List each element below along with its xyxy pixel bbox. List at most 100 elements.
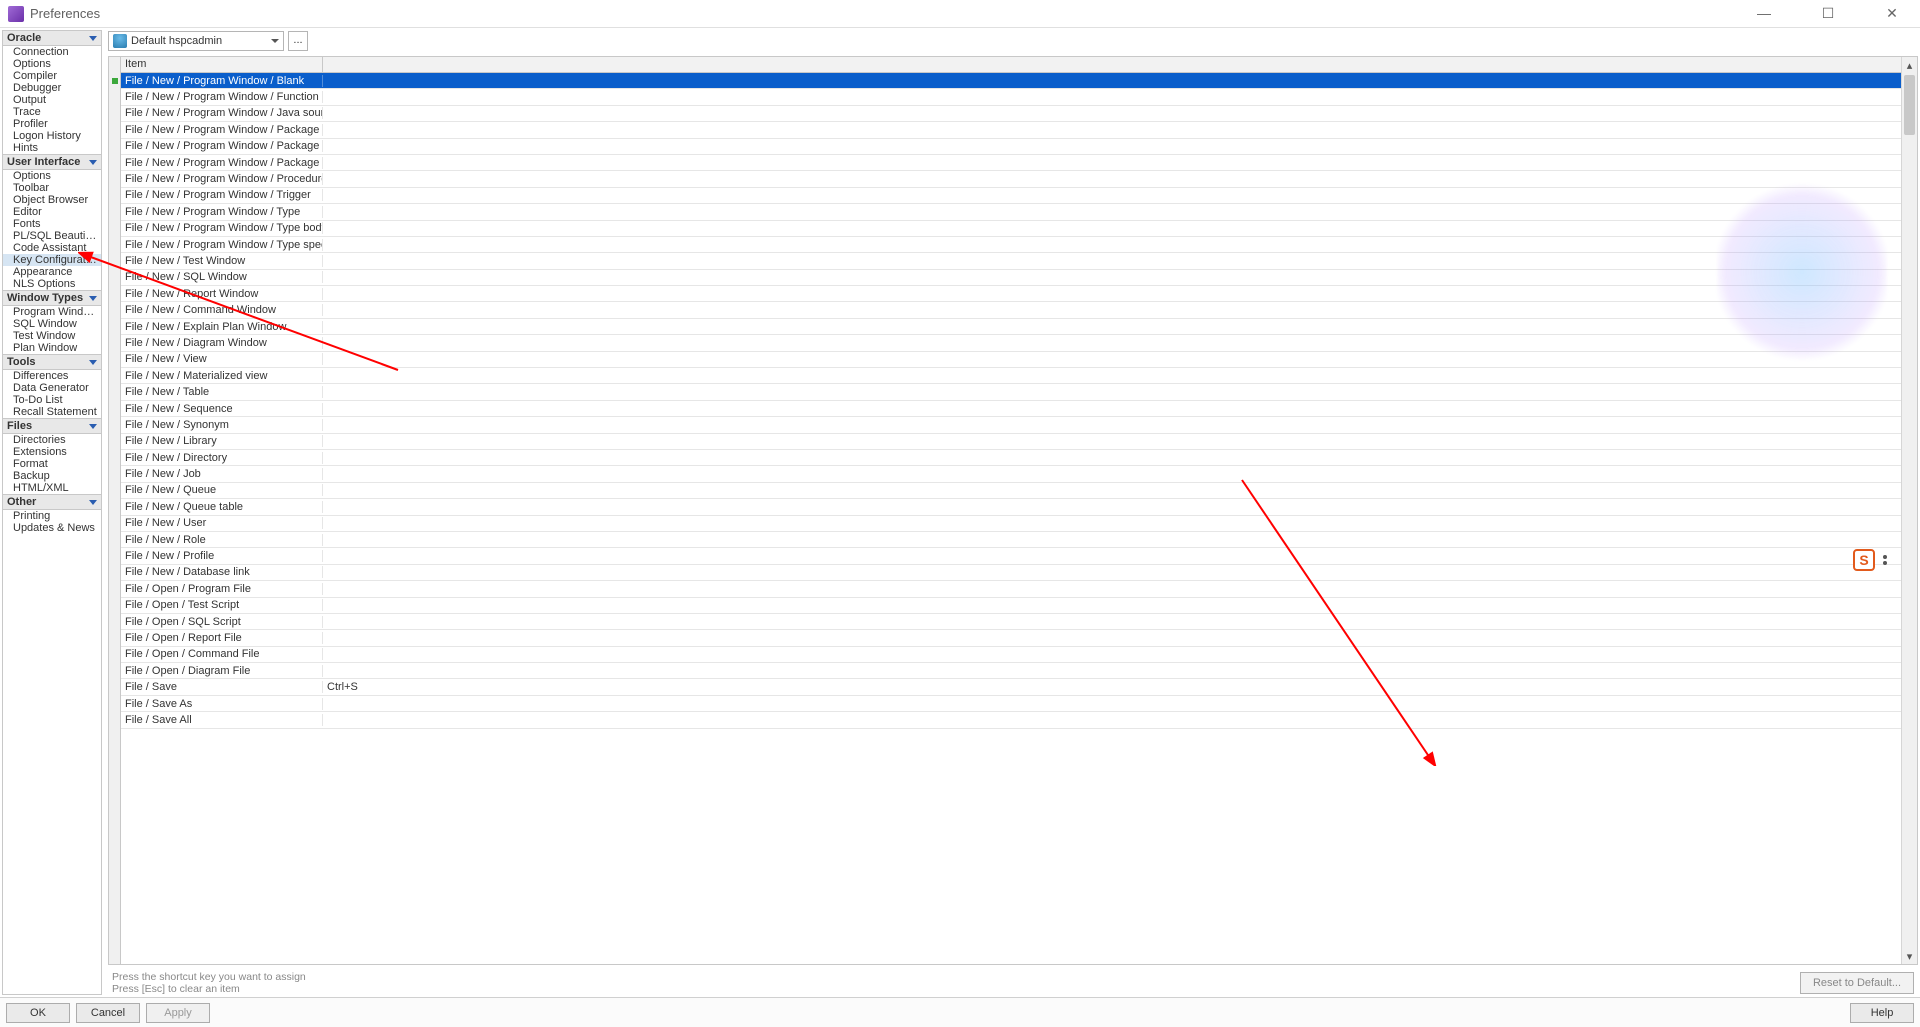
sidebar-item[interactable]: SQL Window [3, 318, 101, 330]
sidebar-item[interactable]: Options [3, 170, 101, 182]
table-row[interactable]: File / New / Program Window / Package [121, 122, 1901, 138]
sidebar-item[interactable]: Plan Window [3, 342, 101, 354]
table-row[interactable]: File / New / User [121, 516, 1901, 532]
sidebar-item[interactable]: Backup [3, 470, 101, 482]
column-header-key[interactable] [323, 57, 1901, 72]
table-row[interactable]: File / SaveCtrl+S [121, 679, 1901, 695]
table-row[interactable]: File / New / Job [121, 466, 1901, 482]
vertical-scrollbar[interactable]: ▴ ▾ [1901, 57, 1917, 964]
key-config-table: Item File / New / Program Window / Blank… [108, 56, 1918, 965]
sidebar-item[interactable]: Object Browser [3, 194, 101, 206]
table-row[interactable]: File / New / Database link [121, 565, 1901, 581]
close-button[interactable]: ✕ [1872, 5, 1912, 22]
table-row[interactable]: File / New / Table [121, 384, 1901, 400]
maximize-button[interactable]: ☐ [1808, 5, 1848, 22]
sidebar-group-header[interactable]: Files [3, 418, 101, 434]
sidebar-item[interactable]: HTML/XML [3, 482, 101, 494]
sidebar-item[interactable]: Data Generator [3, 382, 101, 394]
table-row[interactable]: File / New / Program Window / Trigger [121, 188, 1901, 204]
row-marker [109, 479, 120, 495]
sidebar-group-header[interactable]: Other [3, 494, 101, 510]
table-row[interactable]: File / New / Queue [121, 483, 1901, 499]
table-row[interactable]: File / New / View [121, 352, 1901, 368]
table-row[interactable]: File / Open / Command File [121, 647, 1901, 663]
table-row[interactable]: File / New / Program Window / Function [121, 89, 1901, 105]
table-row[interactable]: File / Open / Program File [121, 581, 1901, 597]
help-button[interactable]: Help [1850, 1003, 1914, 1023]
sidebar-item[interactable]: Updates & News [3, 522, 101, 534]
cell-item: File / New / Synonym [121, 419, 323, 431]
table-row[interactable]: File / New / Program Window / Type [121, 204, 1901, 220]
minimize-button[interactable]: — [1744, 5, 1784, 22]
sidebar-item[interactable]: Trace [3, 106, 101, 118]
table-row[interactable]: File / New / Program Window / Procedure [121, 171, 1901, 187]
sidebar-item[interactable]: Profiler [3, 118, 101, 130]
table-row[interactable]: File / Open / Report File [121, 630, 1901, 646]
sidebar-item[interactable]: Compiler [3, 70, 101, 82]
sidebar-item[interactable]: NLS Options [3, 278, 101, 290]
table-row[interactable]: File / New / Program Window / Package sp… [121, 155, 1901, 171]
table-row[interactable]: File / New / Role [121, 532, 1901, 548]
sidebar-group-header[interactable]: User Interface [3, 154, 101, 170]
table-row[interactable]: File / Open / Diagram File [121, 663, 1901, 679]
table-row[interactable]: File / New / Test Window [121, 253, 1901, 269]
table-row[interactable]: File / New / Sequence [121, 401, 1901, 417]
ok-button[interactable]: OK [6, 1003, 70, 1023]
table-row[interactable]: File / New / Command Window [121, 302, 1901, 318]
scroll-up-arrow-icon[interactable]: ▴ [1902, 57, 1917, 73]
sidebar-item[interactable]: Key Configuration [3, 254, 101, 266]
sidebar-item[interactable]: Printing [3, 510, 101, 522]
table-row[interactable]: File / New / Program Window / Type speci… [121, 237, 1901, 253]
sidebar-group-header[interactable]: Tools [3, 354, 101, 370]
table-row[interactable]: File / Open / SQL Script [121, 614, 1901, 630]
sidebar-item[interactable]: Format [3, 458, 101, 470]
sidebar-item[interactable]: Directories [3, 434, 101, 446]
sidebar-item[interactable]: Hints [3, 142, 101, 154]
scroll-down-arrow-icon[interactable]: ▾ [1902, 948, 1917, 964]
table-row[interactable]: File / New / Program Window / Package bo… [121, 139, 1901, 155]
sidebar-item[interactable]: Fonts [3, 218, 101, 230]
sidebar-item[interactable]: Output [3, 94, 101, 106]
sidebar-item[interactable]: Test Window [3, 330, 101, 342]
sidebar-item[interactable]: Differences [3, 370, 101, 382]
preset-dropdown[interactable]: Default hspcadmin [108, 31, 284, 51]
sidebar-item[interactable]: Toolbar [3, 182, 101, 194]
table-row[interactable]: File / New / Program Window / Type body [121, 221, 1901, 237]
table-row[interactable]: File / Open / Test Script [121, 598, 1901, 614]
preset-more-button[interactable]: ... [288, 31, 308, 51]
table-row[interactable]: File / New / Materialized view [121, 368, 1901, 384]
sidebar-item[interactable]: Connection [3, 46, 101, 58]
row-marker [109, 106, 120, 122]
sidebar-item[interactable]: Debugger [3, 82, 101, 94]
sidebar-item[interactable]: Extensions [3, 446, 101, 458]
scroll-thumb[interactable] [1904, 75, 1915, 135]
table-row[interactable]: File / New / Explain Plan Window [121, 319, 1901, 335]
sidebar-item[interactable]: PL/SQL Beautifier [3, 230, 101, 242]
table-row[interactable]: File / Save All [121, 712, 1901, 728]
sidebar-item[interactable]: Program Window [3, 306, 101, 318]
sidebar-item[interactable]: Recall Statement [3, 406, 101, 418]
cancel-button[interactable]: Cancel [76, 1003, 140, 1023]
table-row[interactable]: File / New / Synonym [121, 417, 1901, 433]
column-header-item[interactable]: Item [121, 57, 323, 72]
sidebar-group-header[interactable]: Window Types [3, 290, 101, 306]
sidebar-item[interactable]: Appearance [3, 266, 101, 278]
sidebar-group-header[interactable]: Oracle [3, 31, 101, 46]
sidebar-item[interactable]: Editor [3, 206, 101, 218]
table-row[interactable]: File / New / Library [121, 434, 1901, 450]
sidebar-item[interactable]: Logon History [3, 130, 101, 142]
table-row[interactable]: File / New / Directory [121, 450, 1901, 466]
table-row[interactable]: File / New / Diagram Window [121, 335, 1901, 351]
sidebar-item[interactable]: Options [3, 58, 101, 70]
table-row[interactable]: File / New / SQL Window [121, 270, 1901, 286]
sidebar-item[interactable]: To-Do List [3, 394, 101, 406]
table-row[interactable]: File / New / Program Window / Blank [121, 73, 1901, 89]
apply-button[interactable]: Apply [146, 1003, 210, 1023]
table-row[interactable]: File / New / Profile [121, 548, 1901, 564]
table-row[interactable]: File / New / Queue table [121, 499, 1901, 515]
table-row[interactable]: File / Save As [121, 696, 1901, 712]
reset-to-default-button[interactable]: Reset to Default... [1800, 972, 1914, 994]
table-row[interactable]: File / New / Program Window / Java sourc… [121, 106, 1901, 122]
sidebar-item[interactable]: Code Assistant [3, 242, 101, 254]
table-row[interactable]: File / New / Report Window [121, 286, 1901, 302]
